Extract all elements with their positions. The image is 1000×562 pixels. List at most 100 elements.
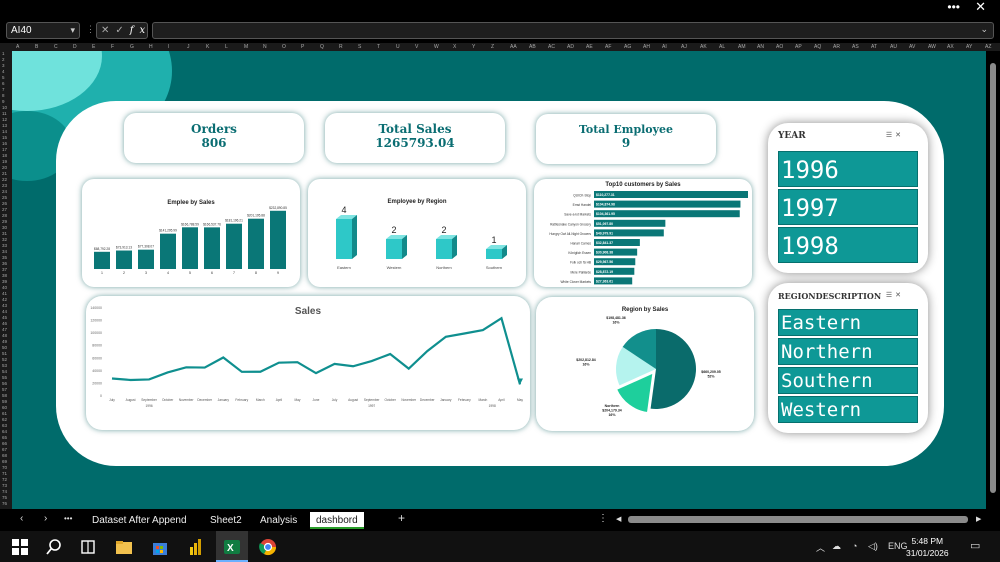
orders-card[interactable]: Orders 806 <box>124 113 304 163</box>
vertical-scrollbar[interactable] <box>986 51 1000 509</box>
scroll-thumb[interactable] <box>990 63 996 493</box>
column-header[interactable]: H <box>149 43 153 51</box>
prev-sheet-button[interactable]: ‹ <box>20 513 23 524</box>
row-header[interactable]: 38 <box>2 273 7 278</box>
drag-handle-icon[interactable]: ⋮ <box>86 24 95 35</box>
column-header[interactable]: Z <box>491 43 494 51</box>
row-header[interactable]: 44 <box>2 309 7 314</box>
row-header[interactable]: 15 <box>2 135 7 140</box>
row-header[interactable]: 29 <box>2 219 7 224</box>
row-header[interactable]: 30 <box>2 225 7 230</box>
column-header[interactable]: J <box>187 43 190 51</box>
tray-cloud-icon[interactable]: ☁ <box>832 541 841 552</box>
row-header[interactable]: 40 <box>2 285 7 290</box>
row-header[interactable]: 7 <box>2 87 5 92</box>
column-header[interactable]: AY <box>966 43 972 51</box>
row-header[interactable]: 37 <box>2 267 7 272</box>
row-header[interactable]: 55 <box>2 375 7 380</box>
column-header[interactable]: AM <box>738 43 746 51</box>
row-header[interactable]: 21 <box>2 171 7 176</box>
employee-sales-chart[interactable]: Emplee by Sales $68,792.28 1 $73,913.13 2 $7… <box>82 179 300 287</box>
slicer-item-southern[interactable]: Southern <box>778 367 918 394</box>
column-header[interactable]: K <box>206 43 209 51</box>
row-header[interactable]: 41 <box>2 291 7 296</box>
column-header[interactable]: Q <box>320 43 324 51</box>
row-header[interactable]: 49 <box>2 339 7 344</box>
row-header[interactable]: 69 <box>2 459 7 464</box>
clear-filter-icon[interactable]: ✕ <box>895 132 904 139</box>
column-header[interactable]: G <box>130 43 134 51</box>
total-sales-card[interactable]: Total Sales 1265793.04 <box>325 113 505 163</box>
column-header[interactable]: A <box>16 43 19 51</box>
slicer-item-1996[interactable]: 1996 <box>778 151 918 187</box>
row-header[interactable]: 20 <box>2 165 7 170</box>
scroll-left-icon[interactable]: ◀ <box>616 515 621 523</box>
enter-icon[interactable]: ✓ <box>115 25 129 36</box>
row-header[interactable]: 19 <box>2 159 7 164</box>
row-header[interactable]: 9 <box>2 99 5 104</box>
row-header[interactable]: 56 <box>2 381 7 386</box>
close-button[interactable]: ✕ <box>975 0 986 15</box>
column-header[interactable]: F <box>111 43 114 51</box>
employee-region-chart[interactable]: Employee by Region 4 Eastern 2 Western 2 Nort… <box>308 179 526 287</box>
row-header[interactable]: 45 <box>2 315 7 320</box>
more-sheets-button[interactable]: ••• <box>64 514 72 523</box>
row-header[interactable]: 42 <box>2 297 7 302</box>
windows-start-icon[interactable] <box>10 537 30 557</box>
row-header[interactable]: 53 <box>2 363 7 368</box>
row-header[interactable]: 70 <box>2 465 7 470</box>
column-header[interactable]: AR <box>833 43 840 51</box>
row-header[interactable]: 60 <box>2 405 7 410</box>
column-header[interactable]: AJ <box>681 43 687 51</box>
row-header[interactable]: 13 <box>2 123 7 128</box>
multi-select-icon[interactable]: ☰ <box>886 132 895 139</box>
year-slicer[interactable]: YEAR ☰✕ 1996 1997 1998 <box>768 123 928 273</box>
column-header[interactable]: AE <box>586 43 593 51</box>
store-icon[interactable] <box>150 537 170 557</box>
top10-customers-chart[interactable]: Top10 customers by Sales QUICK-Stop $110,… <box>534 179 752 287</box>
cancel-icon[interactable]: ✕ <box>101 25 115 36</box>
tab-analysis[interactable]: Analysis <box>254 512 303 529</box>
excel-icon[interactable]: X <box>222 537 242 557</box>
wifi-icon[interactable]: ◔ <box>852 541 857 551</box>
slicer-item-1998[interactable]: 1998 <box>778 227 918 263</box>
expand-formula-icon[interactable]: ⌄ <box>980 24 988 35</box>
language-indicator[interactable]: ENG <box>888 541 908 551</box>
tab-options-button[interactable]: ⋮ <box>598 513 608 524</box>
column-header[interactable]: AP <box>795 43 802 51</box>
column-header[interactable]: AG <box>624 43 631 51</box>
chevron-down-icon[interactable]: ▾ <box>70 23 75 38</box>
row-header[interactable]: 74 <box>2 489 7 494</box>
row-header[interactable]: 52 <box>2 357 7 362</box>
row-header[interactable]: 11 <box>2 111 7 116</box>
next-sheet-button[interactable]: › <box>44 513 47 524</box>
row-header[interactable]: 27 <box>2 207 7 212</box>
column-header[interactable]: C <box>54 43 58 51</box>
search-icon[interactable] <box>44 537 64 557</box>
row-header[interactable]: 18 <box>2 153 7 158</box>
column-header[interactable]: I <box>168 43 169 51</box>
row-header[interactable]: 67 <box>2 447 7 452</box>
add-sheet-button[interactable]: + <box>398 511 405 525</box>
tray-chevron-icon[interactable]: ︿ <box>816 541 825 554</box>
row-header[interactable]: 59 <box>2 399 7 404</box>
column-header[interactable]: AA <box>510 43 517 51</box>
slicer-item-1997[interactable]: 1997 <box>778 189 918 225</box>
row-header[interactable]: 2 <box>2 57 5 62</box>
power-bi-icon[interactable] <box>186 537 206 557</box>
column-header[interactable]: AZ <box>985 43 991 51</box>
row-header[interactable]: 43 <box>2 303 7 308</box>
scroll-right-icon[interactable]: ▶ <box>976 515 981 523</box>
row-header[interactable]: 17 <box>2 147 7 152</box>
row-header[interactable]: 25 <box>2 195 7 200</box>
more-options-button[interactable]: ••• <box>947 0 960 14</box>
column-header[interactable]: AU <box>890 43 897 51</box>
column-header[interactable]: AF <box>605 43 611 51</box>
column-header[interactable]: V <box>415 43 418 51</box>
task-view-icon[interactable] <box>78 537 98 557</box>
row-header[interactable]: 28 <box>2 213 7 218</box>
clock[interactable]: 5:48 PM 31/01/2026 <box>906 535 949 559</box>
row-header[interactable]: 6 <box>2 81 5 86</box>
volume-icon[interactable]: ◁) <box>868 541 878 552</box>
column-header[interactable]: AO <box>776 43 783 51</box>
